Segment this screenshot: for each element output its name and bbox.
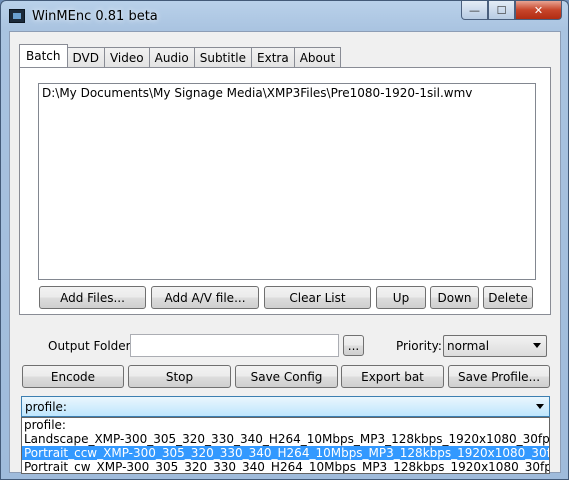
tab-about[interactable]: About — [293, 47, 342, 67]
maximize-button[interactable]: ☐ — [488, 1, 515, 20]
profile-combo[interactable]: profile: — [21, 396, 550, 417]
client-area: Batch DVD Video Audio Subtitle Extra Abo… — [9, 31, 561, 474]
caption-buttons: — ☐ ✕ — [461, 1, 562, 21]
file-list[interactable]: D:\My Documents\My Signage Media\XMP3Fil… — [38, 83, 536, 280]
profile-option[interactable]: Landscape_XMP-300_305_320_330_340_H264_1… — [22, 432, 549, 446]
stop-button[interactable]: Stop — [128, 365, 231, 388]
add-files-button[interactable]: Add Files... — [39, 286, 146, 309]
save-profile-button[interactable]: Save Profile... — [448, 365, 550, 388]
down-button[interactable]: Down — [430, 286, 479, 309]
app-icon — [9, 9, 25, 23]
tab-video[interactable]: Video — [103, 47, 150, 67]
priority-select[interactable]: normal — [443, 335, 547, 357]
profile-option[interactable]: Portrait_cw_XMP-300_305_320_330_340_H264… — [22, 460, 549, 473]
encode-button[interactable]: Encode — [22, 365, 124, 388]
browse-folder-button[interactable]: ... — [343, 335, 364, 356]
export-bat-button[interactable]: Export bat — [341, 365, 444, 388]
tab-subtitle[interactable]: Subtitle — [193, 47, 253, 67]
tab-strip: Batch DVD Video Audio Subtitle Extra Abo… — [19, 44, 342, 67]
profile-selected-value: profile: — [25, 399, 67, 414]
tab-extra[interactable]: Extra — [251, 47, 295, 67]
close-button[interactable]: ✕ — [515, 1, 562, 20]
profile-dropdown-list: profile: Landscape_XMP-300_305_320_330_3… — [21, 417, 550, 474]
chevron-down-icon — [533, 343, 541, 348]
window-title: WinMEnc 0.81 beta — [32, 9, 158, 24]
priority-value: normal — [447, 339, 490, 353]
output-folder-label: Output Folder: — [48, 339, 135, 353]
tab-batch[interactable]: Batch — [19, 44, 68, 67]
batch-panel: D:\My Documents\My Signage Media\XMP3Fil… — [19, 67, 551, 315]
chevron-down-icon — [536, 404, 544, 409]
profile-option-highlighted[interactable]: Portrait_ccw_XMP-300_305_320_330_340_H26… — [22, 446, 549, 460]
app-window: WinMEnc 0.81 beta — ☐ ✕ Batch DVD Video … — [0, 0, 569, 480]
save-config-button[interactable]: Save Config — [235, 365, 338, 388]
add-av-file-button[interactable]: Add A/V file... — [151, 286, 259, 309]
clear-list-button[interactable]: Clear List — [264, 286, 371, 309]
up-button[interactable]: Up — [376, 286, 426, 309]
priority-label: Priority: — [396, 339, 442, 353]
tab-audio[interactable]: Audio — [148, 47, 195, 67]
minimize-button[interactable]: — — [461, 1, 488, 20]
list-item[interactable]: D:\My Documents\My Signage Media\XMP3Fil… — [39, 84, 535, 100]
output-folder-input[interactable] — [130, 334, 339, 357]
title-bar[interactable]: WinMEnc 0.81 beta — ☐ ✕ — [1, 1, 568, 31]
profile-option[interactable]: profile: — [22, 418, 549, 432]
delete-button[interactable]: Delete — [483, 286, 533, 309]
tab-dvd[interactable]: DVD — [66, 47, 105, 67]
